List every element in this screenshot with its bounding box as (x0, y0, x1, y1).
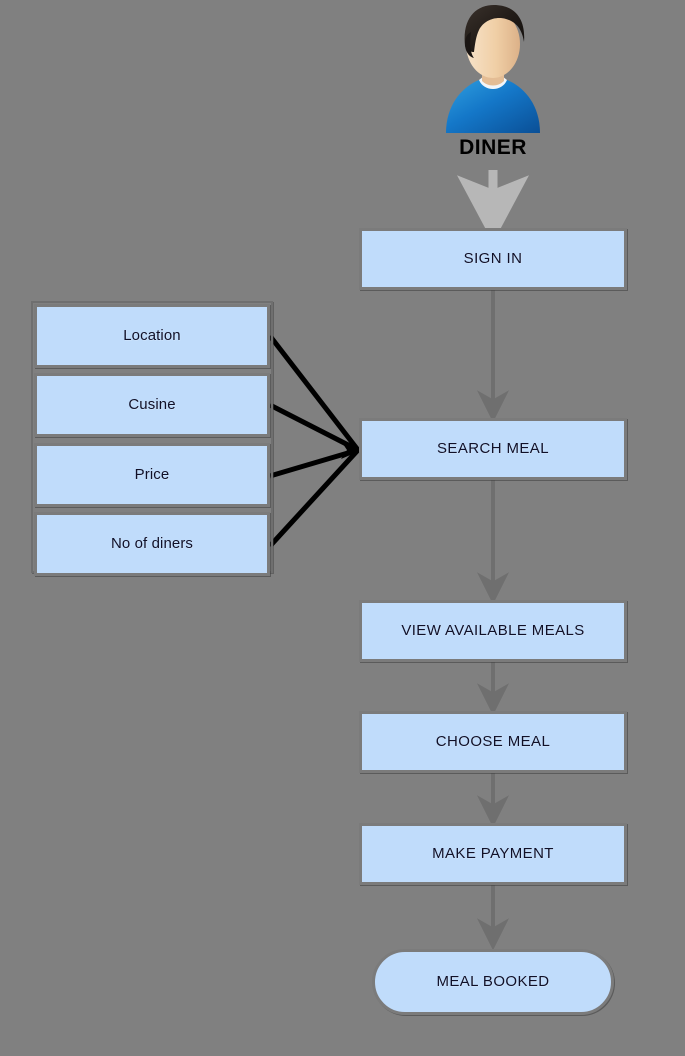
flow-box-label: MEAL BOOKED (436, 972, 550, 990)
flow-box-label: SIGN IN (463, 249, 523, 267)
criteria-box-location[interactable]: Location (34, 304, 270, 368)
user-avatar-icon (446, 5, 540, 133)
criteria-label: Cusine (128, 395, 176, 413)
connector-criteria-to-search-meal (268, 334, 362, 548)
criteria-box-cusine[interactable]: Cusine (34, 373, 270, 437)
criteria-label: No of diners (110, 534, 194, 552)
flow-box-meal-booked[interactable]: MEAL BOOKED (372, 949, 614, 1015)
criteria-label: Price (134, 465, 170, 483)
actor-label: DINER (459, 136, 527, 159)
flow-box-label: CHOOSE MEAL (435, 732, 551, 750)
criteria-label: Location (123, 326, 181, 344)
flow-box-label: SEARCH MEAL (437, 439, 549, 457)
flow-box-view-available-meals[interactable]: VIEW AVAILABLE MEALS (359, 600, 627, 662)
flow-box-choose-meal[interactable]: CHOOSE MEAL (359, 711, 627, 773)
actor-diner: DINER (438, 2, 548, 170)
flowchart-canvas: DINER Location Cusine Price No of diners… (0, 0, 685, 1056)
criteria-box-no-of-diners[interactable]: No of diners (34, 512, 270, 576)
flow-box-search-meal[interactable]: SEARCH MEAL (359, 418, 627, 480)
criteria-box-price[interactable]: Price (34, 443, 270, 507)
flow-box-make-payment[interactable]: MAKE PAYMENT (359, 823, 627, 885)
flow-box-label: VIEW AVAILABLE MEALS (401, 621, 585, 639)
flow-box-sign-in[interactable]: SIGN IN (359, 228, 627, 290)
flow-box-label: MAKE PAYMENT (432, 844, 554, 862)
